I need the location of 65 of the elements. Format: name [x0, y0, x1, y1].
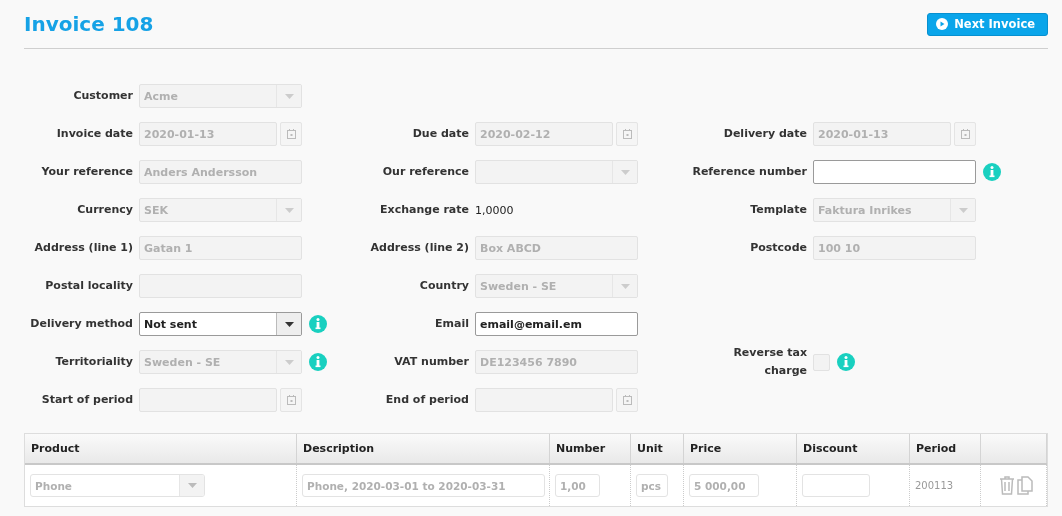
column-header: Discount [797, 434, 910, 463]
field-label: Customer [72, 88, 133, 104]
calendar-icon [286, 395, 296, 405]
column-header: Unit [631, 434, 684, 463]
info-icon[interactable] [836, 352, 856, 372]
field-label: Email [434, 316, 469, 332]
field-label: Reference number [691, 164, 807, 180]
calendar-button[interactable] [280, 388, 302, 412]
field-label: Delivery date [722, 126, 807, 142]
calendar-icon [622, 395, 632, 405]
field-label: Our reference [381, 164, 469, 180]
input-field[interactable]: 1,00 [555, 474, 600, 497]
field-label: Country [418, 278, 469, 294]
caret-icon [284, 321, 294, 327]
next-invoice-button[interactable]: Next Invoice [927, 12, 1048, 36]
caret-icon [620, 169, 630, 175]
field-label: Invoice date [55, 126, 133, 142]
calendar-button[interactable] [280, 122, 302, 146]
caret-icon [284, 207, 294, 213]
column-header: Product [25, 434, 297, 463]
field-label: VAT number [393, 354, 469, 370]
caret-icon [284, 359, 294, 365]
input-field[interactable] [813, 160, 976, 184]
field-label: End of period [384, 392, 469, 408]
field-label: Your reference [40, 164, 133, 180]
field-label: Delivery method [29, 316, 133, 332]
calendar-icon [960, 129, 970, 139]
caret-icon [620, 283, 630, 289]
table-cell: 200113 [915, 480, 954, 491]
field-label: Currency [76, 202, 133, 218]
calendar-button[interactable] [954, 122, 976, 146]
field-label: Address (line 1) [33, 240, 133, 256]
calendar-button[interactable] [616, 122, 638, 146]
input-field[interactable]: 5 000,00 [689, 474, 759, 497]
column-header: Price [684, 434, 797, 463]
column-header: Description [297, 434, 550, 463]
product-select[interactable]: Phone [30, 474, 205, 497]
copy-icon[interactable] [1017, 476, 1033, 495]
info-icon[interactable] [982, 162, 1002, 182]
input-field[interactable]: email@email.em [475, 312, 638, 336]
field-label: Start of period [40, 392, 133, 408]
calendar-button[interactable] [616, 388, 638, 412]
field-label: Postcode [749, 240, 807, 256]
caret-icon [187, 483, 197, 488]
field-label: Reverse tax charge [732, 345, 807, 379]
caret-icon [284, 93, 294, 99]
invoice-title: Invoice 108 [24, 12, 154, 36]
description-field[interactable]: Phone, 2020-03-01 to 2020-03-31 [302, 474, 545, 497]
column-header: Period [910, 434, 981, 463]
select-field[interactable]: Not sent [139, 312, 302, 336]
input-field[interactable]: pcs [636, 474, 668, 497]
trash-icon[interactable] [999, 476, 1015, 495]
info-icon[interactable] [308, 314, 328, 334]
calendar-icon [622, 129, 632, 139]
field-value: 1,0000 [475, 203, 514, 217]
field-label: Address (line 2) [369, 240, 469, 256]
field-label: Due date [411, 126, 469, 142]
field-label: Exchange rate [379, 202, 469, 218]
field-label: Territoriality [54, 354, 133, 370]
calendar-icon [286, 129, 296, 139]
play-icon [936, 18, 949, 30]
column-header: Number [550, 434, 631, 463]
field-label: Postal locality [44, 278, 133, 294]
field-label: Template [749, 202, 807, 218]
caret-icon [958, 207, 968, 213]
